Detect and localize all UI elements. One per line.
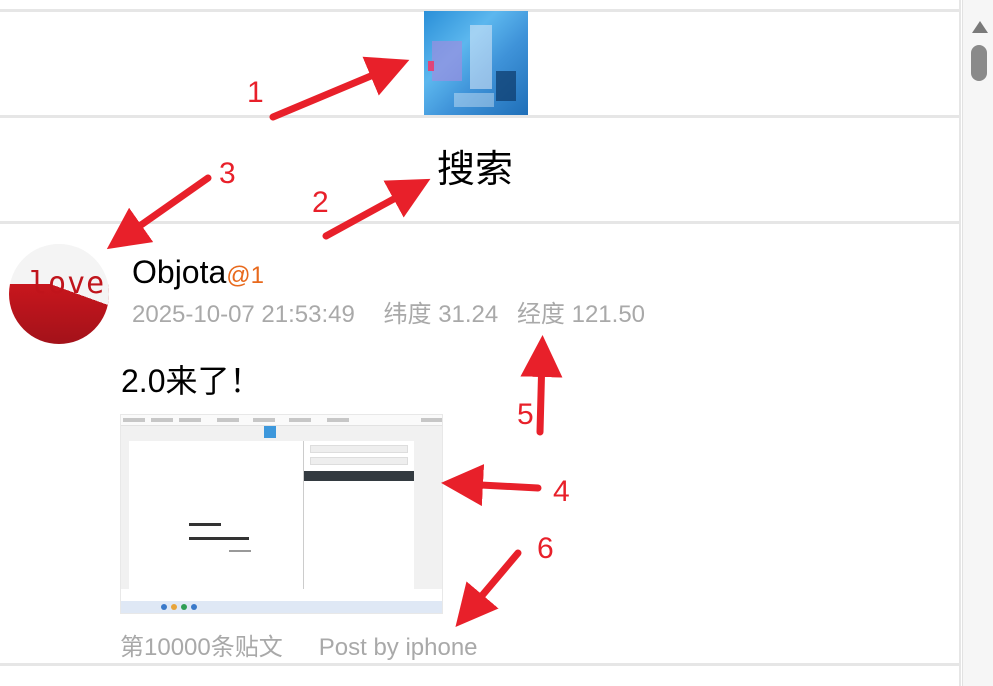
- post-text: 2.0来了！: [121, 363, 262, 399]
- post-device: Post by iphone: [318, 634, 478, 661]
- annotation-label-2: 2: [312, 186, 329, 219]
- banner-image[interactable]: [424, 11, 528, 115]
- post-latitude: 纬度 31.24: [383, 301, 499, 328]
- feed-page: 搜索 love Objota@1 2025-10-07 21:53:49 纬度 …: [0, 0, 961, 686]
- annotation-label-3: 3: [219, 157, 236, 190]
- avatar-logo-text: love: [29, 266, 106, 301]
- scroll-thumb[interactable]: [971, 45, 987, 81]
- post-longitude: 经度 121.50: [516, 301, 646, 328]
- vertical-scrollbar[interactable]: [962, 0, 993, 686]
- annotation-label-1: 1: [247, 76, 264, 109]
- mention-tag[interactable]: @1: [226, 262, 264, 289]
- post-footer: 第10000条贴文 Post by iphone: [120, 633, 478, 663]
- search-divider: [0, 221, 961, 224]
- post-meta: 2025-10-07 21:53:49 纬度 31.24 经度 121.50: [132, 300, 645, 330]
- username[interactable]: Objota: [132, 254, 226, 290]
- post-image[interactable]: [120, 414, 443, 614]
- post-timestamp: 2025-10-07 21:53:49: [132, 301, 355, 328]
- annotation-label-6: 6: [537, 532, 554, 565]
- scroll-up-arrow-icon[interactable]: [972, 21, 988, 33]
- content-border-right: [959, 0, 961, 686]
- annotation-label-5: 5: [517, 398, 534, 431]
- search-title[interactable]: 搜索: [437, 146, 513, 192]
- post-divider: [0, 663, 961, 666]
- post-author[interactable]: Objota@1: [132, 252, 264, 296]
- post-index: 第10000条贴文: [120, 634, 283, 661]
- annotation-label-4: 4: [553, 475, 570, 508]
- avatar[interactable]: love: [9, 244, 109, 344]
- banner-divider: [0, 115, 961, 118]
